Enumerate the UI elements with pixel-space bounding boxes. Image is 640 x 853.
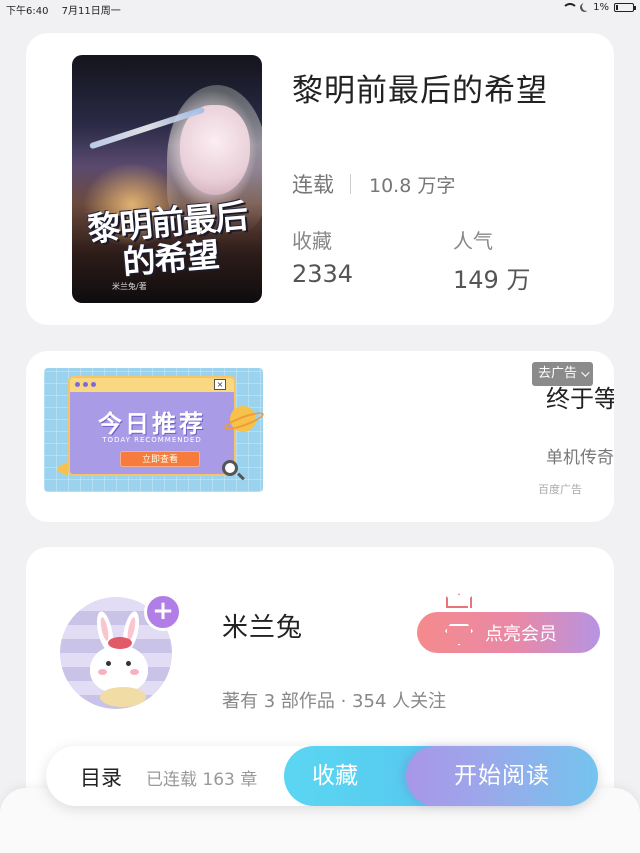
ad-window-close-icon: × <box>214 379 226 390</box>
author-info: 著有 3 部作品 · 354 人关注 <box>222 691 447 712</box>
moon-icon <box>582 2 591 11</box>
cover-title: 黎明前最后的希望 <box>85 196 249 283</box>
diamond-icon <box>445 624 469 642</box>
stat-popularity: 人气 149 万 <box>453 225 530 295</box>
status-bar: 下午6:40 7月11日周一 1% <box>0 0 640 18</box>
stat-value: 2334 <box>292 260 354 288</box>
stat-value: 149 万 <box>453 266 531 294</box>
magnifier-icon <box>222 460 238 476</box>
ad-source-label: 百度广告 <box>538 483 582 496</box>
ad-image-subheadline: TODAY RECOMMENDED <box>102 436 202 444</box>
bottom-action-bar: 目录 已连载 163 章 收藏 开始阅读 <box>46 746 598 806</box>
cover-art-face <box>180 105 250 195</box>
ad-image-headline: 今日推荐 <box>98 410 206 438</box>
ad-image[interactable]: × 今日推荐 TODAY RECOMMENDED 立即查看 <box>44 368 263 492</box>
ad-window-graphic: × 今日推荐 TODAY RECOMMENDED 立即查看 <box>68 376 236 476</box>
status-time: 下午6:40 <box>6 6 49 17</box>
wifi-icon <box>562 3 579 12</box>
remove-ad-button[interactable]: 去广告 <box>532 362 594 386</box>
remove-ad-label: 去广告 <box>538 366 578 381</box>
stat-label: 人气 <box>453 229 493 253</box>
ad-image-cta: 立即查看 <box>120 451 200 467</box>
book-meta: 连载 10.8 万字 <box>292 169 455 199</box>
chapter-count[interactable]: 已连载 163 章 <box>146 765 257 790</box>
vip-membership-button[interactable]: 点亮会员 <box>417 612 600 653</box>
crown-icon <box>446 593 468 609</box>
ad-description: 单机传奇手游 <box>546 448 614 468</box>
cover-author: 米兰兔/著 <box>112 282 147 291</box>
book-title: 黎明前最后的希望 <box>292 73 548 109</box>
serial-status: 连载 <box>292 173 334 197</box>
status-date: 7月11日周一 <box>61 6 121 17</box>
start-reading-button[interactable]: 开始阅读 <box>406 746 598 806</box>
battery-icon <box>614 3 636 12</box>
stat-favorites: 收藏 2334 <box>292 225 353 288</box>
book-cover[interactable]: 黎明前最后的希望 米兰兔/著 <box>72 55 262 303</box>
vip-label: 点亮会员 <box>485 623 557 645</box>
toc-button[interactable]: 目录 <box>80 762 122 792</box>
word-count: 10.8 万字 <box>369 174 456 197</box>
follow-author-button[interactable]: + <box>144 593 182 631</box>
stat-label: 收藏 <box>292 229 332 253</box>
chevron-down-icon <box>581 368 590 377</box>
author-name[interactable]: 米兰兔 <box>222 607 303 644</box>
book-info-card: 黎明前最后的希望 米兰兔/著 黎明前最后的希望 连载 10.8 万字 收藏 23… <box>26 33 614 325</box>
meta-divider <box>350 174 351 194</box>
planet-icon <box>230 406 256 432</box>
ad-card[interactable]: × 今日推荐 TODAY RECOMMENDED 立即查看 终于等到 单机传奇手… <box>26 351 614 522</box>
battery-percent: 1% <box>593 2 609 13</box>
